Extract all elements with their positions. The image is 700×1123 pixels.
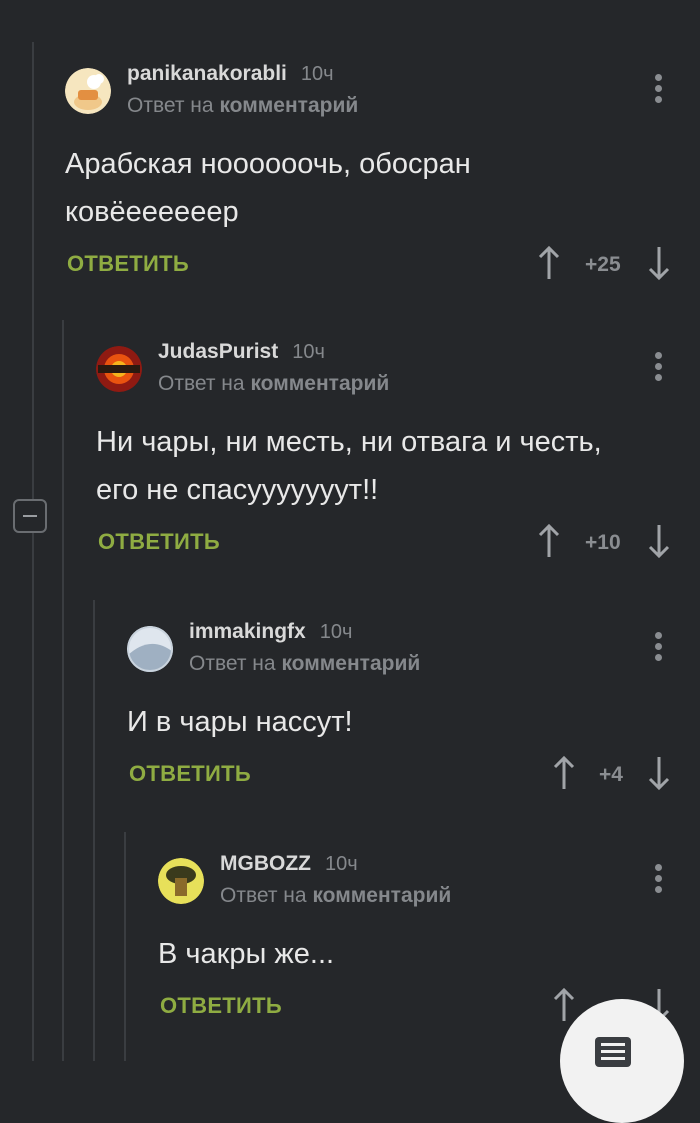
vote-controls: +4 <box>552 755 672 795</box>
avatar[interactable] <box>65 68 111 114</box>
vote-controls: +25 <box>537 245 672 285</box>
thread-line-level-1 <box>62 320 64 1061</box>
thread-line-level-2 <box>93 600 95 1061</box>
comment: JudasPurist 10ч Ответ на комментарий Ни ч… <box>96 340 686 570</box>
comment-menu-button[interactable] <box>655 632 663 666</box>
avatar[interactable] <box>96 346 142 392</box>
comment-text: Арабская ноооооочь, обосран ковёеееееер <box>65 148 471 228</box>
reply-to-link[interactable]: комментарий <box>281 652 420 675</box>
reply-to-link[interactable]: комментарий <box>250 372 389 395</box>
reply-to-link[interactable]: комментарий <box>312 884 451 907</box>
reply-to: Ответ на комментарий <box>220 884 452 907</box>
downvote-arrow-icon[interactable] <box>647 523 671 559</box>
upvote-arrow-icon[interactable] <box>552 987 576 1023</box>
floating-action-button[interactable] <box>560 999 684 1123</box>
comment-time: 10ч <box>292 341 325 363</box>
comment-menu-button[interactable] <box>655 864 663 898</box>
reply-to: Ответ на комментарий <box>127 94 359 117</box>
comment-score: +25 <box>585 253 621 276</box>
comment-text: И в чары нассут! <box>127 706 353 738</box>
collapse-thread-button[interactable] <box>13 499 47 533</box>
comment-menu-button[interactable] <box>655 74 663 108</box>
vote-controls: +10 <box>537 523 672 563</box>
comment-username[interactable]: MGBOZZ 10ч <box>220 852 358 876</box>
comment-time: 10ч <box>319 621 353 643</box>
reply-button[interactable]: ОТВЕТИТЬ <box>160 993 282 1019</box>
comment-score: +4 <box>599 763 623 786</box>
comment-time: 10ч <box>300 63 334 85</box>
comment-username[interactable]: immakingfx 10ч <box>189 620 352 644</box>
comment-username[interactable]: panikanakorabli 10ч <box>127 62 334 86</box>
list-icon <box>595 1037 631 1067</box>
upvote-arrow-icon[interactable] <box>552 755 576 791</box>
comment-username[interactable]: JudasPurist 10ч <box>158 340 325 364</box>
comment: immakingfx 10ч Ответ на комментарий И в ч… <box>127 620 687 810</box>
comment-text: В чакры же... <box>158 938 335 970</box>
avatar[interactable] <box>158 858 204 904</box>
downvote-arrow-icon[interactable] <box>647 245 671 281</box>
avatar[interactable] <box>127 626 173 672</box>
downvote-arrow-icon[interactable] <box>647 755 671 791</box>
comment: panikanakorabli 10ч Ответ на комментарий … <box>65 62 685 292</box>
comment-score: +10 <box>585 531 621 554</box>
comment-text: Ни чары, ни месть, ни отвага и честь, его… <box>96 426 602 506</box>
reply-button[interactable]: ОТВЕТИТЬ <box>129 761 251 787</box>
comment-menu-button[interactable] <box>655 352 663 386</box>
upvote-arrow-icon[interactable] <box>537 523 561 559</box>
thread-line-level-3 <box>124 832 126 1061</box>
thread-line-level-0 <box>32 42 34 1061</box>
reply-button[interactable]: ОТВЕТИТЬ <box>98 529 220 555</box>
reply-to: Ответ на комментарий <box>189 652 421 675</box>
reply-to: Ответ на комментарий <box>158 372 390 395</box>
upvote-arrow-icon[interactable] <box>537 245 561 281</box>
reply-to-link[interactable]: комментарий <box>219 94 358 117</box>
reply-button[interactable]: ОТВЕТИТЬ <box>67 251 189 277</box>
comment-time: 10ч <box>324 853 358 875</box>
